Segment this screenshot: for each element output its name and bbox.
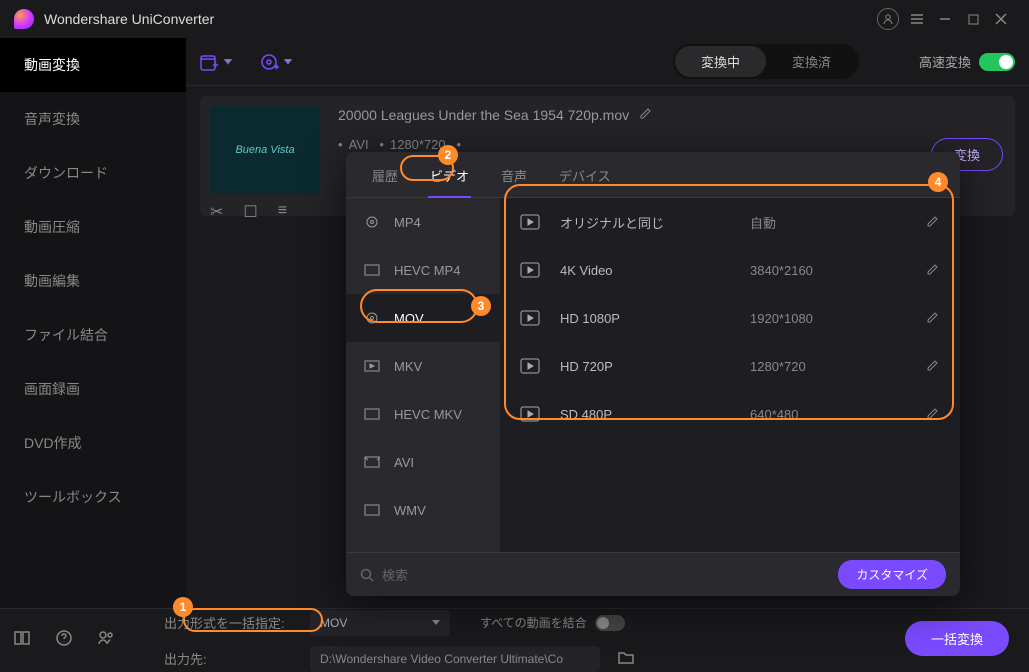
sidebar-item-label: 画面録画 [24,379,80,399]
merge-label: すべての動画を結合 [480,614,587,631]
sidebar-item-label: 動画圧縮 [24,217,80,237]
sidebar-item-dvd[interactable]: DVD作成 [0,416,186,470]
browse-folder-icon[interactable] [618,650,634,667]
sidebar-item-record[interactable]: 画面録画 [0,362,186,416]
add-file-button[interactable] [200,53,232,71]
sidebar-item-audio-convert[interactable]: 音声変換 [0,92,186,146]
sidebar: 動画変換 音声変換 ダウンロード 動画圧縮 動画編集 ファイル結合 画面録画 D… [0,38,186,608]
tab-history[interactable]: 履歴 [370,162,400,189]
tutorial-icon[interactable] [14,631,30,650]
annotation-badge: 3 [471,296,491,316]
titlebar: Wondershare UniConverter [0,0,1029,38]
output-format-select[interactable]: MOV [310,610,450,636]
maximize-icon[interactable] [959,5,987,33]
add-disc-button[interactable] [260,53,292,71]
fast-convert-row: 高速変換 [919,52,1015,71]
app-logo-icon [14,9,34,29]
output-path-field[interactable]: D:\Wondershare Video Converter Ultimate\… [310,646,600,672]
format-hevc-mp4[interactable]: HEVC MP4 [346,246,500,294]
format-wmv[interactable]: WMV [346,486,500,534]
file-thumbnail[interactable]: Buena Vista [210,106,320,194]
sidebar-item-label: ダウンロード [24,163,108,183]
sidebar-item-video-convert[interactable]: 動画変換 [0,38,186,92]
toolbar: 変換中 変換済 高速変換 [186,38,1029,86]
format-avi[interactable]: AVI [346,438,500,486]
fast-convert-toggle[interactable] [979,53,1015,71]
format-hevc-mkv[interactable]: HEVC MKV [346,390,500,438]
merge-toggle[interactable] [595,615,625,631]
format-mkv[interactable]: MKV [346,342,500,390]
crop-icon[interactable]: ☐ [243,202,257,222]
customize-button[interactable]: カスタマイズ [838,560,946,589]
file-name: 20000 Leagues Under the Sea 1954 720p.mo… [338,107,629,123]
file-resolution: 1280*720 [390,137,446,152]
status-segmented: 変換中 変換済 [673,44,859,79]
segment-converting[interactable]: 変換中 [675,46,766,77]
file-format: AVI [349,137,369,152]
list-icon[interactable]: ≡ [278,202,287,222]
annotation-badge: 4 [928,172,948,192]
sidebar-item-label: DVD作成 [24,433,82,453]
account-icon[interactable] [877,8,899,30]
annotation-highlight [360,289,478,323]
annotation-highlight [504,184,954,420]
bottombar: 出力形式を一括指定: MOV すべての動画を結合 出力先: D:\Wonders… [0,608,1029,672]
output-path-label: 出力先: [164,649,300,668]
annotation-badge: 1 [173,597,193,617]
sidebar-item-download[interactable]: ダウンロード [0,146,186,200]
feedback-icon[interactable] [98,630,114,651]
convert-all-button[interactable]: 一括変換 [905,621,1009,656]
close-icon[interactable] [987,5,1015,33]
minimize-icon[interactable] [931,5,959,33]
app-title: Wondershare UniConverter [44,11,877,27]
annotation-badge: 2 [438,145,458,165]
format-list: MP4 HEVC MP4 MOV MKV HEVC MKV AVI WMV M4… [346,198,500,552]
fast-convert-label: 高速変換 [919,52,971,71]
annotation-highlight [183,608,323,632]
sidebar-item-compress[interactable]: 動画圧縮 [0,200,186,254]
format-mp4[interactable]: MP4 [346,198,500,246]
sidebar-item-label: 音声変換 [24,109,80,129]
sidebar-item-label: ツールボックス [24,487,122,507]
sidebar-item-merge[interactable]: ファイル結合 [0,308,186,362]
help-icon[interactable] [56,630,72,651]
cut-icon[interactable]: ✂ [210,202,223,222]
sidebar-item-edit[interactable]: 動画編集 [0,254,186,308]
menu-icon[interactable] [903,5,931,33]
format-m4v[interactable]: M4V [346,534,500,552]
search-placeholder: 検索 [382,565,408,584]
search-input[interactable]: 検索 [360,565,838,584]
sidebar-item-label: 動画編集 [24,271,80,291]
edit-filename-icon[interactable] [639,106,653,123]
sidebar-item-label: 動画変換 [24,55,80,75]
sidebar-item-toolbox[interactable]: ツールボックス [0,470,186,524]
segment-converted[interactable]: 変換済 [766,46,857,77]
sidebar-item-label: ファイル結合 [24,325,108,345]
